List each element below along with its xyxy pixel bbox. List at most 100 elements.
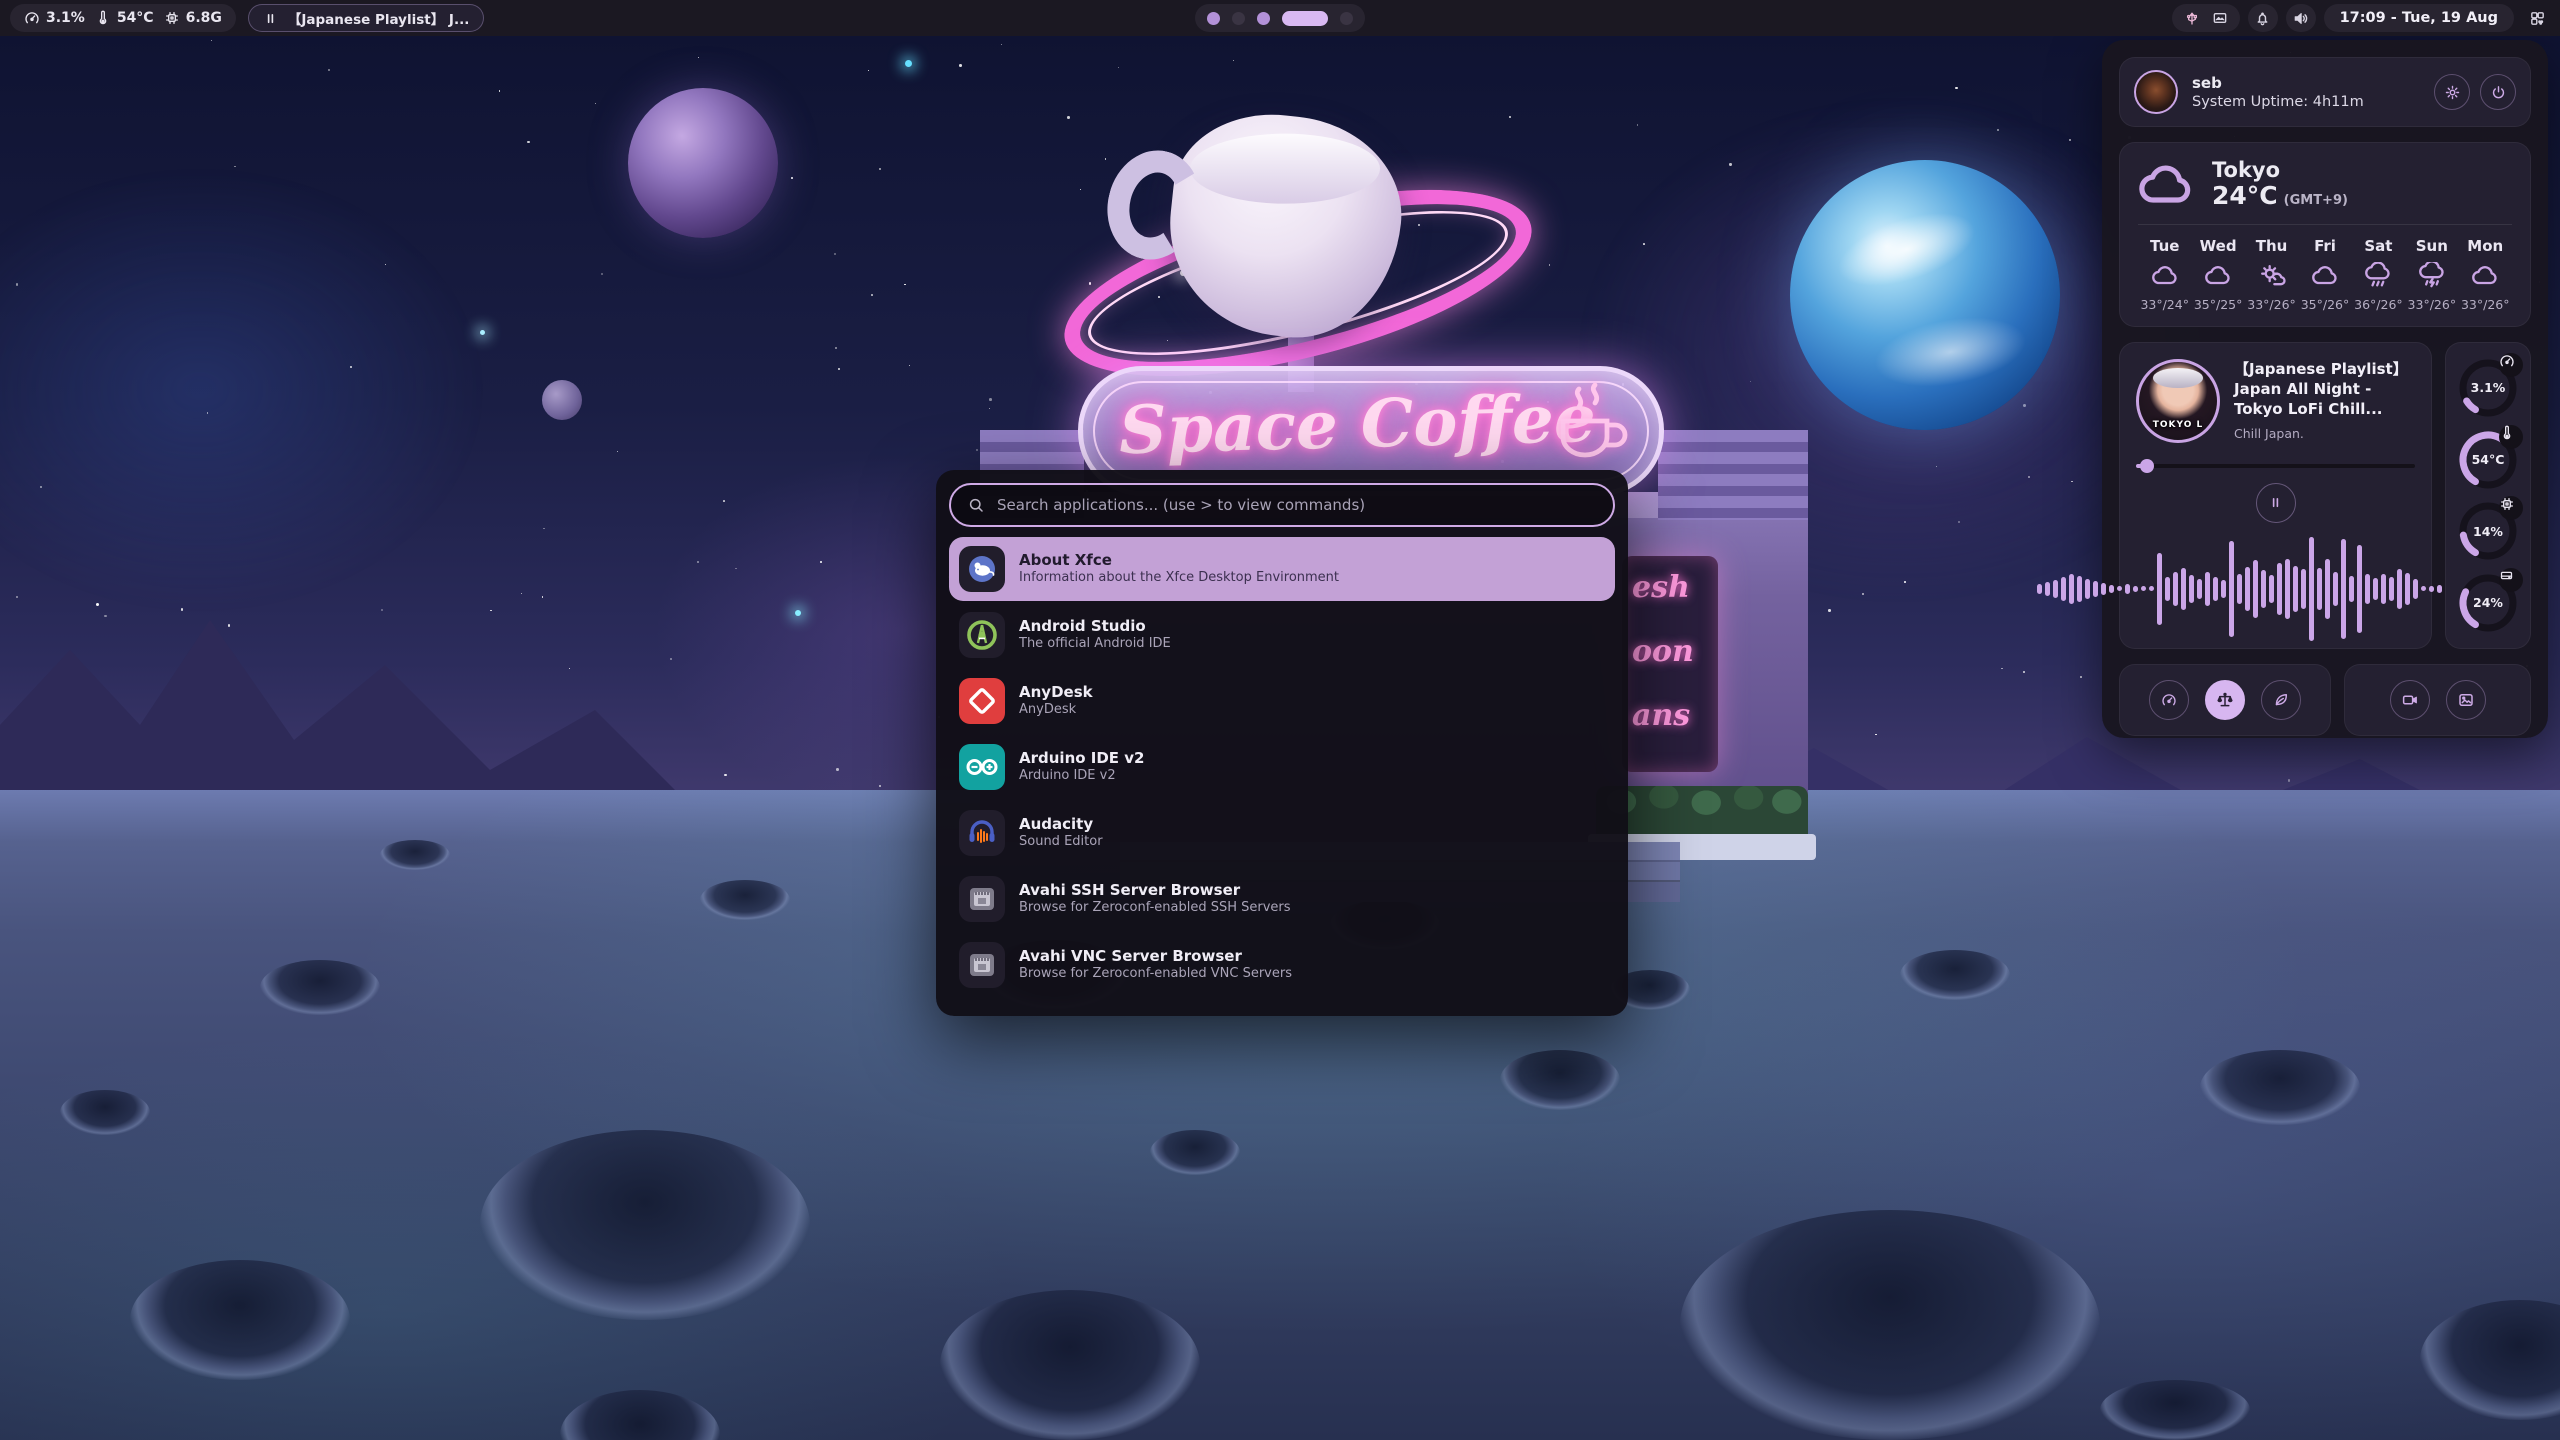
track-artist: Chill Japan. — [2234, 426, 2415, 441]
viz-bar — [2117, 586, 2122, 591]
forecast-day-label: Tue — [2150, 237, 2179, 255]
viz-bar — [2237, 574, 2242, 604]
gear-icon — [2444, 84, 2461, 101]
viz-bar — [2429, 586, 2434, 592]
forecast-temps: 33°/26° — [2408, 297, 2457, 312]
forecast-day-sun: Sun 33°/26° — [2405, 237, 2458, 312]
viz-bar — [2397, 569, 2402, 609]
viz-bar — [2045, 582, 2050, 596]
forecast-day-tue: Tue 33°/24° — [2138, 237, 2191, 312]
viz-bar — [2365, 574, 2370, 604]
video-quick-button[interactable] — [2390, 680, 2430, 720]
workspace-dot-2[interactable] — [1232, 12, 1245, 25]
viz-bar — [2093, 581, 2098, 597]
overview-button[interactable] — [2522, 4, 2552, 32]
display-icon — [2212, 10, 2228, 26]
viz-bar — [2141, 586, 2146, 591]
memory-usage: 6.8G — [164, 10, 222, 26]
settings-button[interactable] — [2434, 74, 2470, 110]
viz-bar — [2229, 541, 2234, 637]
notifications-button[interactable] — [2248, 4, 2278, 32]
app-description: Browse for Zeroconf-enabled SSH Servers — [1019, 900, 1291, 917]
anydesk-app-icon — [959, 678, 1005, 724]
leaf-quick-button[interactable] — [2261, 680, 2301, 720]
gauge-thermometer: 54°C — [2457, 429, 2519, 491]
cpu-usage: 3.1% — [24, 10, 85, 26]
forecast-temps: 35°/25° — [2194, 297, 2243, 312]
system-tray[interactable] — [2172, 4, 2240, 32]
scales-quick-button[interactable] — [2205, 680, 2245, 720]
viz-bar — [2381, 574, 2386, 604]
forecast-day-sat: Sat 36°/26° — [2352, 237, 2405, 312]
app-description: Information about the Xfce Desktop Envir… — [1019, 570, 1339, 587]
app-row-android-studio[interactable]: Android Studio The official Android IDE — [949, 603, 1615, 667]
forecast-row: Tue 33°/24°Wed 35°/25°Thu 33°/26°Fri 35°… — [2138, 237, 2512, 312]
viz-bar — [2405, 573, 2410, 605]
cloud-icon — [2471, 262, 2499, 290]
weather-timezone: (GMT+9) — [2284, 193, 2348, 208]
cloud-icon — [2138, 162, 2196, 208]
cloud-icon — [2204, 262, 2232, 290]
app-description: The official Android IDE — [1019, 636, 1171, 653]
pause-icon — [263, 11, 278, 26]
app-row-avahi-vnc-server-browser[interactable]: Avahi VNC Server Browser Browse for Zero… — [949, 933, 1615, 997]
cpu-temperature: 54°C — [95, 10, 154, 26]
viz-bar — [2261, 570, 2266, 608]
viz-bar — [2109, 585, 2114, 593]
viz-bar — [2181, 568, 2186, 610]
viz-bar — [2165, 577, 2170, 601]
system-stats-pill[interactable]: 3.1% 54°C 6.8G — [10, 4, 236, 32]
app-row-avahi-ssh-server-browser[interactable]: Avahi SSH Server Browser Browse for Zero… — [949, 867, 1615, 931]
forecast-temps: 36°/26° — [2354, 297, 2403, 312]
clock[interactable]: 17:09 - Tue, 19 Aug — [2324, 4, 2514, 32]
media-player-card: TOKYO L 【Japanese Playlist】 Japan All Ni… — [2119, 342, 2432, 649]
volume-button[interactable] — [2286, 4, 2316, 32]
viz-bar — [2413, 579, 2418, 599]
app-name: AnyDesk — [1019, 683, 1093, 702]
viz-bar — [2053, 580, 2058, 598]
weather-temp: 24°C(GMT+9) — [2212, 182, 2348, 211]
viz-bar — [2245, 567, 2250, 611]
workspace-dot-1[interactable] — [1207, 12, 1220, 25]
search-bar[interactable] — [949, 483, 1615, 527]
viz-bar — [2149, 586, 2154, 591]
workspace-dot-5[interactable] — [1340, 12, 1353, 25]
viz-bar — [2333, 572, 2338, 606]
viz-bar — [2309, 537, 2314, 641]
viz-bar — [2221, 580, 2226, 598]
chip-icon — [2499, 496, 2523, 520]
chip-icon — [164, 10, 180, 26]
app-row-audacity[interactable]: Audacity Sound Editor — [949, 801, 1615, 865]
disk-icon — [2499, 568, 2523, 592]
weather-city: Tokyo — [2212, 159, 2348, 182]
avahi-app-icon — [959, 942, 1005, 988]
power-button[interactable] — [2480, 74, 2516, 110]
gauge-quick-button[interactable] — [2149, 680, 2189, 720]
avahi-app-icon — [959, 876, 1005, 922]
image-quick-button[interactable] — [2446, 680, 2486, 720]
speaker-icon — [2292, 10, 2309, 27]
viz-bar — [2213, 577, 2218, 601]
rain-icon — [2364, 262, 2392, 290]
bell-icon — [2254, 10, 2271, 27]
forecast-day-label: Wed — [2200, 237, 2237, 255]
app-row-arduino-ide-v2[interactable]: Arduino IDE v2 Arduino IDE v2 — [949, 735, 1615, 799]
search-input[interactable] — [995, 495, 1597, 515]
grid-icon — [2529, 10, 2546, 27]
forecast-day-label: Sun — [2416, 237, 2448, 255]
cloud-icon — [2311, 262, 2339, 290]
app-row-about-xfce[interactable]: About Xfce Information about the Xfce De… — [949, 537, 1615, 601]
app-description: Arduino IDE v2 — [1019, 768, 1145, 785]
uptime: System Uptime: 4h11m — [2192, 94, 2364, 110]
app-row-anydesk[interactable]: AnyDesk AnyDesk — [949, 669, 1615, 733]
now-playing-pill[interactable]: 【Japanese Playlist】 J... — [248, 4, 484, 32]
viz-bar — [2061, 577, 2066, 601]
workspace-dot-4[interactable] — [1282, 11, 1328, 26]
app-name: Android Studio — [1019, 617, 1171, 636]
thermometer-icon — [95, 10, 111, 26]
progress-bar[interactable] — [2136, 459, 2415, 473]
viz-bar — [2077, 576, 2082, 602]
workspace-dot-3[interactable] — [1257, 12, 1270, 25]
android-studio-app-icon — [959, 612, 1005, 658]
play-pause-button[interactable] — [2256, 483, 2296, 523]
